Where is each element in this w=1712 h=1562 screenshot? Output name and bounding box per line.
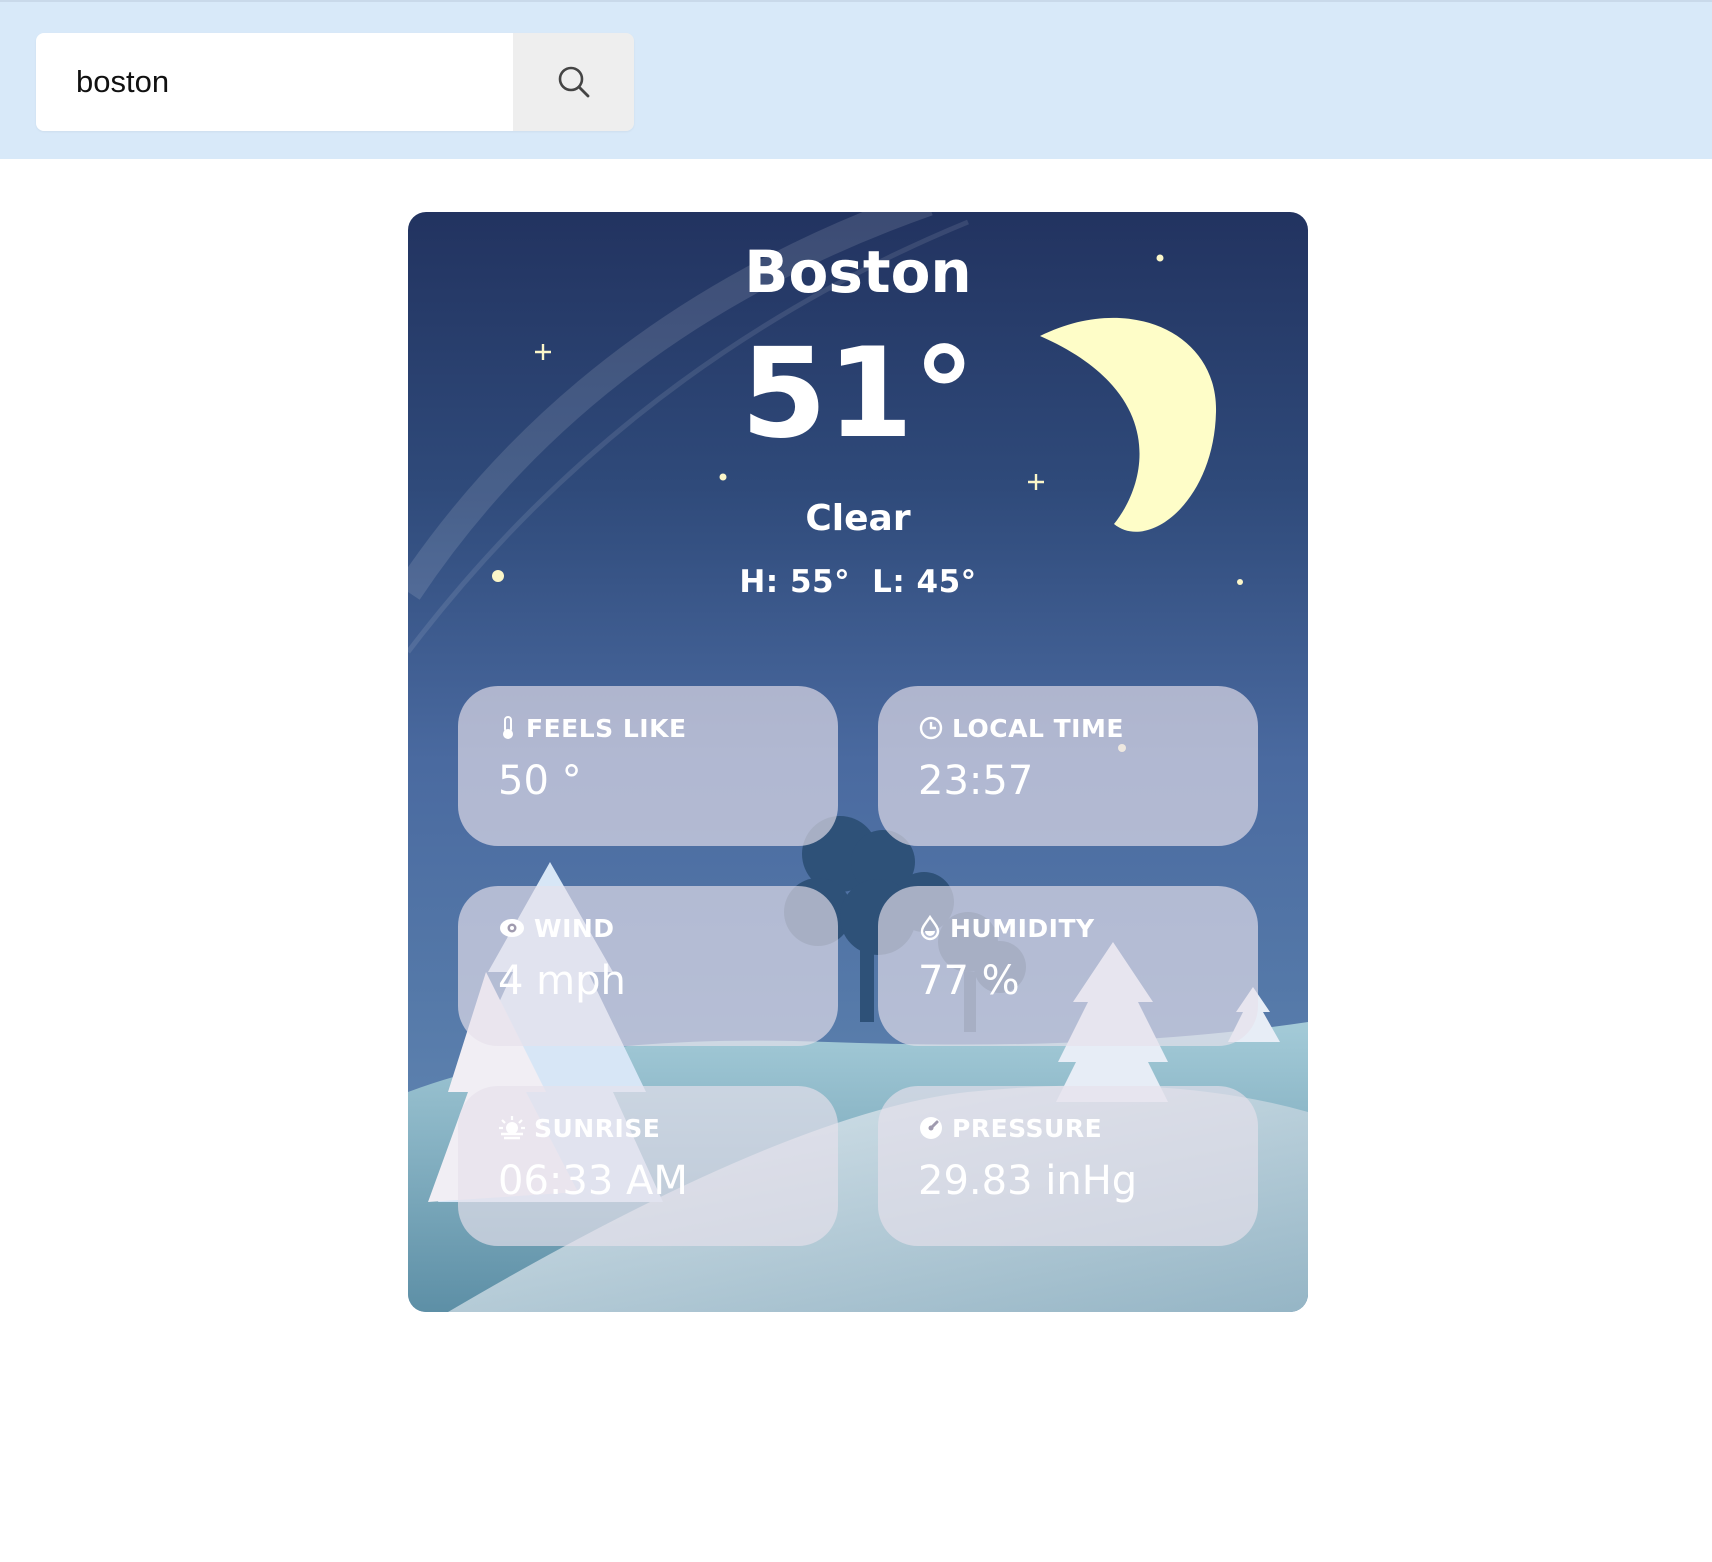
clock-icon [919,716,943,740]
humidity-label: HUMIDITY [950,913,1095,943]
high-low-temps: H: 55° L: 45° [408,564,1308,600]
sunrise-label: SUNRISE [534,1113,661,1143]
eye-icon [500,919,524,937]
droplet-icon [920,915,940,941]
humidity-value: 77 % [918,958,1020,1004]
search-button[interactable] [513,33,634,131]
wind-label: WIND [534,913,615,943]
search-header [0,0,1712,159]
search-bar [36,33,634,131]
sunrise-icon [499,1116,525,1140]
search-icon [558,66,589,98]
city-name: Boston [744,238,972,306]
current-temperature: 51° [740,322,976,466]
wind-tile: WIND 4 mph [458,886,838,1046]
local-time-tile: LOCAL TIME 23:57 [878,686,1258,846]
search-input[interactable] [36,33,513,131]
local-time-value: 23:57 [918,758,1034,804]
pressure-tile: PRESSURE 29.83 inHg [878,1086,1258,1246]
weather-condition: Clear [805,498,911,539]
humidity-tile: HUMIDITY 77 % [878,886,1258,1046]
sunrise-value: 06:33 AM [498,1158,688,1204]
feels-like-value: 50 ° [498,758,582,804]
sunrise-tile: SUNRISE 06:33 AM [458,1086,838,1246]
wind-value: 4 mph [498,958,626,1004]
high-temp: H: 55° [739,564,851,600]
pressure-value: 29.83 inHg [918,1158,1138,1204]
gauge-icon [920,1117,942,1139]
thermometer-icon [503,716,513,739]
pressure-label: PRESSURE [952,1113,1103,1143]
weather-card: Boston 51° Clear H: 55° L: 45° FEELS LIKE… [408,212,1308,1312]
feels-like-label: FEELS LIKE [526,713,687,743]
local-time-label: LOCAL TIME [952,713,1124,743]
low-temp: L: 45° [872,564,977,600]
feels-like-tile: FEELS LIKE 50 ° [458,686,838,846]
